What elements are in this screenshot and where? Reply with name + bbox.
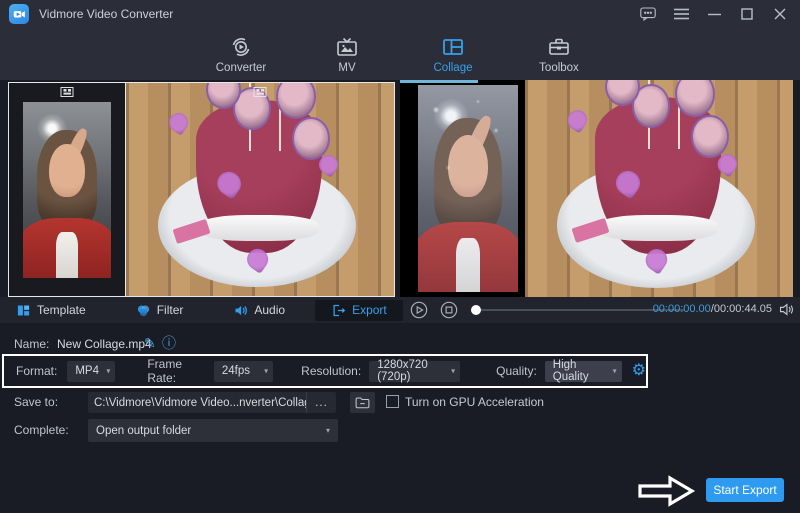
complete-action-dropdown[interactable]: Open output folder ▾ [88,419,338,442]
tab-template-label: Template [37,303,86,317]
collage-cell-cake-selected[interactable] [126,83,394,296]
preview-highlight-line [400,80,478,83]
cake-video-thumbnail [126,83,394,296]
complete-label: Complete: [14,423,69,437]
tab-audio[interactable]: Audio [225,300,293,321]
chevron-down-icon: ▾ [106,366,111,376]
vidmore-app-window: Vidmore Video Converter Converter MV Col… [0,0,800,513]
tab-filter-label: Filter [156,303,184,317]
title-bar: Vidmore Video Converter [0,0,800,28]
browse-button[interactable]: ... [306,392,336,413]
quality-dropdown[interactable]: High Quality ▾ [544,359,622,383]
tab-collage[interactable]: Collage [417,35,489,74]
tab-converter-label: Converter [215,61,267,74]
start-export-button[interactable]: Start Export [706,478,784,502]
window-controls [640,0,788,28]
player-controls: 00:00:00.00/00:00:44.05 [400,297,800,323]
tab-toolbox[interactable]: Toolbox [523,35,595,74]
feedback-icon[interactable] [640,6,656,22]
output-settings-highlight-box: Format: MP4 ▾ Frame Rate: 24fps ▾ Resolu… [2,354,648,388]
preview-panel [400,80,793,297]
video-clip-icon [60,87,74,97]
tab-template[interactable]: Template [8,300,94,321]
time-display: 00:00:00.00/00:00:44.05 [653,303,772,315]
rename-pencil-icon[interactable]: ✎ [144,336,156,350]
save-path-field[interactable]: C:\Vidmore\Vidmore Video...nverter\Colla… [88,392,336,413]
resolution-value: 1280x720 (720p) [377,359,428,383]
maximize-icon[interactable] [739,6,755,22]
gpu-acceleration-label: Turn on GPU Acceleration [405,395,544,409]
tab-converter[interactable]: Converter [205,35,277,74]
preview-portrait-video [418,85,518,292]
open-folder-button[interactable] [350,392,375,413]
current-time: 00:00:00.00 [652,303,711,315]
gpu-acceleration-checkbox[interactable] [386,395,399,408]
chevron-down-icon: ▾ [264,366,269,376]
save-to-label: Save to: [14,395,59,409]
tab-audio-label: Audio [254,303,286,317]
frame-rate-dropdown[interactable]: 24fps ▾ [213,360,274,382]
play-button[interactable] [410,301,428,319]
collage-editor [8,82,395,297]
close-icon[interactable] [772,6,788,22]
seek-slider-thumb[interactable] [471,305,481,315]
name-label: Name: [14,337,50,351]
tab-collage-label: Collage [433,61,473,74]
main-nav: Converter MV Collage Toolbox [0,28,800,80]
total-time: 00:00:44.05 [713,303,772,315]
portrait-video-thumbnail [23,102,111,278]
quality-value: High Quality [552,359,589,383]
menu-icon[interactable] [673,6,689,22]
resolution-label: Resolution: [301,364,362,378]
frame-rate-label: Frame Rate: [147,357,183,385]
collage-cell-portrait[interactable] [9,83,126,296]
tab-export-active[interactable]: Export [315,299,403,321]
save-path-value: C:\Vidmore\Vidmore Video...nverter\Colla… [94,396,306,409]
tool-strip: Template Filter Audio Export 00:00:00.00… [0,297,800,323]
format-dropdown[interactable]: MP4 ▾ [67,360,116,382]
tab-mv[interactable]: MV [311,35,383,74]
window-title: Vidmore Video Converter [39,7,174,21]
format-value: MP4 [75,365,99,377]
tab-toolbox-label: Toolbox [539,61,579,74]
frame-rate-value: 24fps [221,365,250,377]
format-label: Format: [16,364,58,378]
settings-gear-icon[interactable]: ⚙ [632,363,646,379]
stop-button[interactable] [440,301,458,319]
name-value: New Collage.mp4 [57,337,152,351]
quality-label: Quality: [496,364,537,378]
chevron-down-icon: ▾ [325,426,330,435]
minimize-icon[interactable] [706,6,722,22]
preview-cake-video [525,80,793,297]
chevron-down-icon: ▾ [612,366,617,376]
annotation-arrow-icon [636,474,698,508]
info-icon[interactable]: ⓘ [162,336,176,350]
tab-mv-label: MV [338,61,356,74]
chevron-down-icon: ▾ [451,366,456,376]
tab-filter[interactable]: Filter [128,300,192,321]
video-clip-icon [253,87,267,97]
volume-icon[interactable] [777,302,794,317]
app-logo-icon [9,4,29,24]
resolution-dropdown[interactable]: 1280x720 (720p) ▾ [369,359,461,383]
complete-action-value: Open output folder [96,424,192,437]
tab-export-label: Export [352,303,387,317]
